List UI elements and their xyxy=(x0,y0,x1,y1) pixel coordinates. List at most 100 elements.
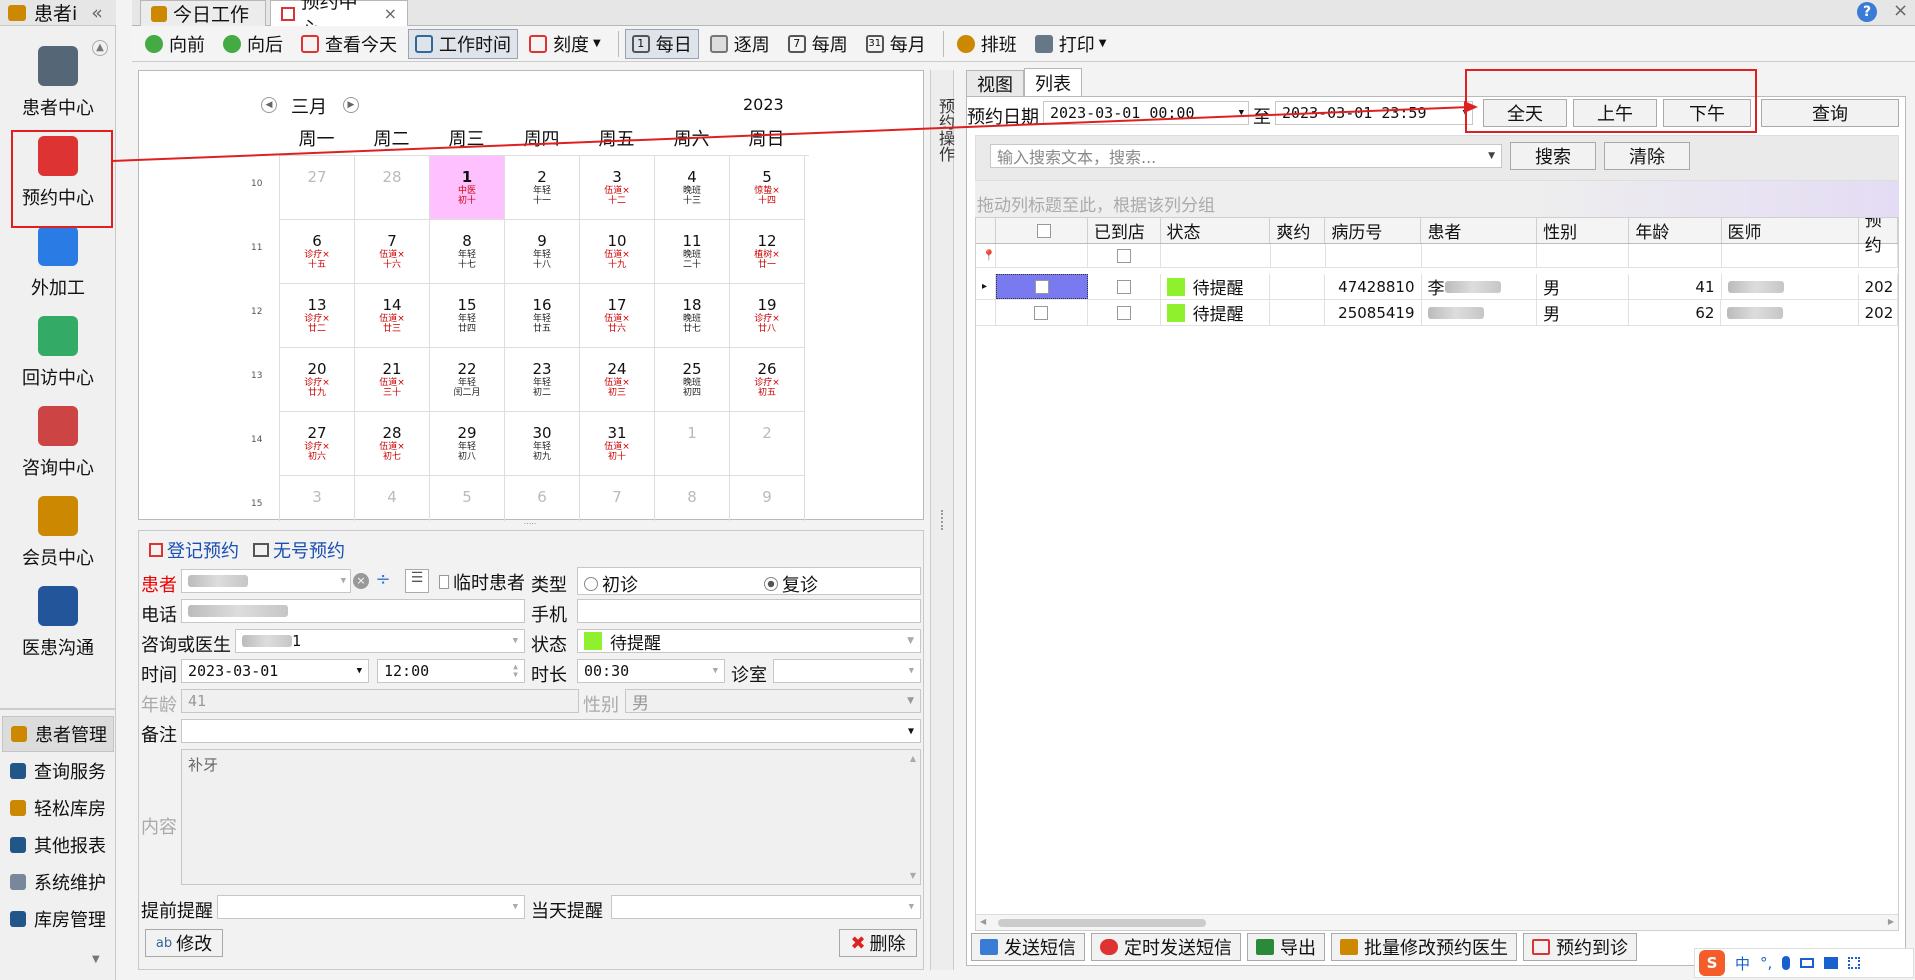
calendar-day[interactable]: 18 晚班 廿七 xyxy=(655,284,730,348)
calendar-day[interactable]: 26 诊疗× 初五 xyxy=(730,348,805,412)
scale-dropdown[interactable]: 刻度 ▼ xyxy=(522,29,608,59)
appointment-arrival-button[interactable]: 预约到诊 xyxy=(1523,933,1637,961)
nav-section-5[interactable]: 库房管理 xyxy=(2,901,114,937)
view-today-button[interactable]: 查看今天 xyxy=(294,29,404,59)
row-checkbox[interactable] xyxy=(1034,279,1049,294)
calendar-day[interactable]: 7 伍道× 十六 xyxy=(355,220,430,284)
batch-edit-doctor-button[interactable]: 批量修改预约医生 xyxy=(1331,933,1517,961)
nav-item-5[interactable]: 会员中心 xyxy=(6,490,110,576)
calendar-day[interactable]: 3 xyxy=(280,476,355,521)
duration-combobox[interactable]: 00:30 ▼ xyxy=(577,659,725,683)
skin-icon[interactable] xyxy=(1824,957,1839,969)
clear-icon[interactable]: × xyxy=(353,573,369,589)
calendar-day[interactable]: 12 植树× 廿一 xyxy=(730,220,805,284)
calendar-day[interactable]: 27 诊疗× 初六 xyxy=(280,412,355,476)
calendar-day[interactable]: 30 年轻 初九 xyxy=(505,412,580,476)
calendar-day[interactable]: 8 年轻 十七 xyxy=(430,220,505,284)
note-combobox[interactable]: ▼ xyxy=(181,719,921,743)
calendar-day[interactable]: 4 xyxy=(355,476,430,521)
prev-month-icon[interactable]: ◀ xyxy=(261,97,277,113)
nav-item-4[interactable]: 咨询中心 xyxy=(6,400,110,486)
filter-cell[interactable] xyxy=(996,244,1089,267)
date-to-field[interactable]: 2023-03-01 23:59 ▼ xyxy=(1275,101,1473,125)
content-textarea[interactable]: 补牙 ▲ ▼ xyxy=(181,749,921,885)
clear-button[interactable]: 清除 xyxy=(1604,142,1690,170)
calendar-day[interactable]: 4 晚班 十三 xyxy=(655,156,730,220)
weekly-view-button[interactable]: 7 每周 xyxy=(781,29,855,59)
week-by-week-button[interactable]: 逐周 xyxy=(703,29,777,59)
calendar-day[interactable]: 10 伍道× 十九 xyxy=(580,220,655,284)
calendar-day[interactable]: 6 诊疗× 十五 xyxy=(280,220,355,284)
calendar-day[interactable]: 19 诊疗× 廿八 xyxy=(730,284,805,348)
column-header[interactable]: 预约 xyxy=(1859,218,1898,256)
divide-icon[interactable]: ÷ xyxy=(373,569,393,591)
phone-field[interactable] xyxy=(181,599,525,623)
select-cell[interactable] xyxy=(995,274,1089,299)
calendar-day[interactable]: 27 xyxy=(280,156,355,220)
calendar-day[interactable]: 17 伍道× 廿六 xyxy=(580,284,655,348)
calendar-day[interactable]: 28 伍道× 初七 xyxy=(355,412,430,476)
all-day-button[interactable]: 全天 xyxy=(1483,99,1567,127)
calendar-day[interactable]: 20 诊疗× 廿九 xyxy=(280,348,355,412)
calendar-day[interactable]: 22 年轻 闰二月 xyxy=(430,348,505,412)
column-header[interactable]: 性别 xyxy=(1537,218,1630,243)
radio-revisit[interactable]: 复诊 xyxy=(764,571,818,597)
ime-punctuation[interactable]: °, xyxy=(1760,954,1772,972)
row-checkbox[interactable] xyxy=(1034,305,1049,320)
nav-section-2[interactable]: 轻松库房 xyxy=(2,790,114,826)
search-input[interactable]: 输入搜索文本，搜索... ▼ xyxy=(990,144,1502,168)
calendar-day[interactable]: 2 年轻 十一 xyxy=(505,156,580,220)
calendar-day[interactable]: 5 xyxy=(430,476,505,521)
arrived-checkbox[interactable] xyxy=(1116,305,1131,320)
time-spinner[interactable]: 12:00 ▲ ▼ xyxy=(377,659,525,683)
filter-cell[interactable] xyxy=(1859,244,1898,267)
nav-section-3[interactable]: 其他报表 xyxy=(2,827,114,863)
calendar-day[interactable]: 2 xyxy=(730,412,805,476)
calendar-day[interactable]: 31 伍道× 初十 xyxy=(580,412,655,476)
filter-cell[interactable] xyxy=(1722,244,1859,267)
forward-button[interactable]: 向后 xyxy=(216,29,290,59)
calendar-day[interactable]: 21 伍道× 三十 xyxy=(355,348,430,412)
filter-cell[interactable] xyxy=(1326,244,1422,267)
scroll-up-icon[interactable]: ▲ xyxy=(910,754,916,763)
advance-reminder-combobox[interactable]: ▼ xyxy=(217,895,525,919)
filter-cell[interactable] xyxy=(1088,244,1161,267)
keyboard-icon[interactable] xyxy=(1800,958,1815,968)
search-button[interactable]: 搜索 xyxy=(1510,142,1596,170)
calendar-day[interactable]: 3 伍道× 十二 xyxy=(580,156,655,220)
appointment-actions-side-tab[interactable]: 预约操作 xyxy=(930,70,955,970)
calendar-day[interactable]: 23 年轻 初二 xyxy=(505,348,580,412)
work-time-button[interactable]: 工作时间 xyxy=(408,28,518,59)
nav-section-0[interactable]: 患者管理 xyxy=(2,716,114,752)
column-header[interactable]: 爽约 xyxy=(1270,218,1326,243)
sameday-reminder-combobox[interactable]: ▼ xyxy=(611,895,921,919)
nav-section-1[interactable]: 查询服务 xyxy=(2,753,114,789)
help-icon[interactable]: ? xyxy=(1857,2,1877,22)
column-header[interactable]: 医师 xyxy=(1722,218,1859,243)
nav-item-6[interactable]: 医患沟通 xyxy=(6,580,110,666)
temp-patient-checkbox[interactable]: 临时患者 xyxy=(439,569,525,595)
calendar-splitter[interactable]: ..... xyxy=(522,518,538,526)
arrived-cell[interactable] xyxy=(1088,300,1161,325)
microphone-icon[interactable] xyxy=(1782,956,1791,970)
ime-toolbar[interactable]: S 中 °, xyxy=(1694,948,1914,978)
query-button[interactable]: 查询 xyxy=(1761,99,1899,127)
group-by-area[interactable]: 拖动列标题至此，根据该列分组 xyxy=(975,181,1899,217)
patient-combobox[interactable]: ▼ xyxy=(181,569,351,593)
tab-view[interactable]: 视图 xyxy=(966,70,1024,96)
list-icon[interactable]: ☰ xyxy=(405,569,429,593)
date-picker[interactable]: 2023-03-01 ▼ xyxy=(181,659,369,683)
afternoon-button[interactable]: 下午 xyxy=(1663,99,1751,127)
collapse-icon[interactable]: « xyxy=(91,2,103,24)
arrived-cell[interactable] xyxy=(1088,274,1161,299)
send-sms-button[interactable]: 发送短信 xyxy=(971,933,1085,961)
calendar-day[interactable]: 14 伍道× 廿三 xyxy=(355,284,430,348)
scheduled-sms-button[interactable]: 定时发送短信 xyxy=(1091,933,1241,961)
print-dropdown[interactable]: 打印 ▼ xyxy=(1028,29,1114,59)
column-header[interactable]: 患者 xyxy=(1421,218,1538,243)
calendar-day[interactable]: 13 诊疗× 廿二 xyxy=(280,284,355,348)
ime-chinese-mode[interactable]: 中 xyxy=(1735,953,1750,974)
nav-splitter[interactable] xyxy=(0,708,116,710)
morning-button[interactable]: 上午 xyxy=(1573,99,1657,127)
calendar-day[interactable]: 1 中医 初十 xyxy=(430,156,505,220)
